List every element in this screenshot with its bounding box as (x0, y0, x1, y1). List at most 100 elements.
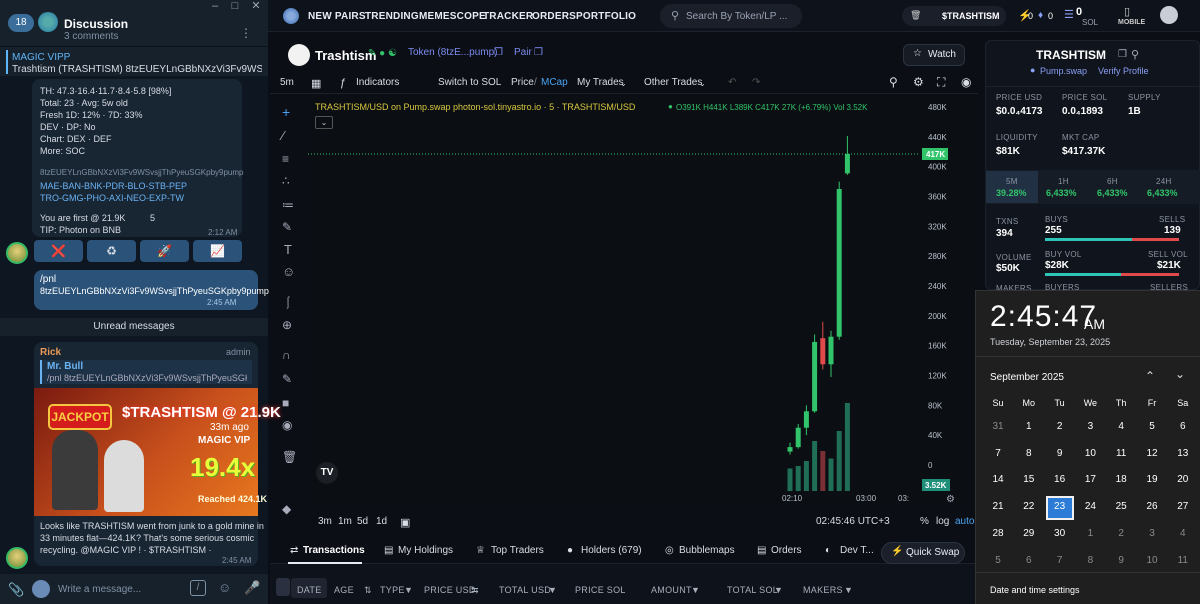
zoom-search-icon[interactable]: ⚲ (889, 75, 898, 89)
smile-icon[interactable]: ☺ (282, 264, 295, 279)
calendar-day[interactable]: 10 (1078, 448, 1102, 459)
wallet-icon[interactable]: ☰ (1064, 8, 1074, 21)
lines-icon[interactable]: ≡ (282, 152, 289, 166)
period-label[interactable]: 1H (1058, 177, 1069, 186)
tradingview-logo-icon[interactable]: TV (316, 462, 338, 484)
sort-icon[interactable]: ⇅ (364, 585, 372, 596)
undo-icon[interactable]: ↶ (728, 77, 736, 88)
calendar-day[interactable]: 3 (1078, 421, 1102, 432)
calendar-day[interactable]: 22 (1017, 501, 1041, 512)
social-icons[interactable]: ✎ ● ☯ (368, 48, 397, 59)
calendar-day[interactable]: 5 (986, 555, 1010, 566)
calendar-day[interactable]: 14 (986, 474, 1010, 485)
calendar-day[interactable]: 19 (1140, 474, 1164, 485)
calendar-month[interactable]: September 2025 (990, 372, 1064, 383)
calendar-day[interactable]: 13 (1171, 448, 1195, 459)
tab-top-traders[interactable]: Top Traders (491, 545, 544, 556)
price-toggle[interactable]: Price (511, 77, 534, 88)
price-chart[interactable]: 480K 440K 400K 360K 320K 280K 240K 200K 160K 120K… (308, 97, 978, 507)
calendar-day[interactable]: 4 (1109, 421, 1133, 432)
lock-icon[interactable]: ■ (282, 396, 289, 410)
candle-body[interactable] (836, 189, 842, 337)
copy-icon[interactable]: ❐ (534, 47, 543, 58)
candle-body[interactable] (795, 427, 801, 448)
calendar-day[interactable]: 7 (986, 448, 1010, 459)
period-label[interactable]: 24H (1156, 177, 1172, 186)
candle-body[interactable] (844, 153, 850, 174)
filter-icon[interactable]: ▼ (404, 585, 413, 595)
calendar-day[interactable]: 1 (1017, 421, 1041, 432)
photon-logo-icon[interactable] (283, 8, 299, 24)
candle-type-icon[interactable]: ▦ (311, 77, 321, 90)
calendar-day[interactable]: 28 (986, 528, 1010, 539)
indicators-button[interactable]: Indicators (356, 77, 399, 88)
calendar-day[interactable]: 2 (1109, 528, 1133, 539)
more-icon[interactable]: ⋮ (240, 26, 252, 40)
camera-icon[interactable]: ◉ (961, 75, 971, 89)
calendar-day[interactable]: 16 (1048, 474, 1072, 485)
tab-bubblemaps[interactable]: Bubblemaps (679, 545, 735, 556)
magnet-icon[interactable]: ∩ (282, 348, 291, 362)
brush-icon[interactable]: ✎ (282, 220, 292, 234)
other-trades-dropdown[interactable]: Other Trades (644, 77, 702, 88)
nav-memescope[interactable]: MEMESCOPE (419, 11, 486, 22)
range-button[interactable]: 1m (338, 516, 352, 527)
action-button[interactable]: ❌ (34, 240, 83, 262)
nav-new-pairs[interactable]: NEW PAIRS (308, 11, 366, 22)
range-button[interactable]: 1d (376, 516, 387, 527)
date-time-settings-link[interactable]: Date and time settings (990, 585, 1080, 595)
swap-icon[interactable]: ⇆ (471, 585, 479, 596)
calendar-day[interactable]: 6 (1171, 421, 1195, 432)
ruler-icon[interactable]: ⎰ (282, 294, 294, 311)
range-button[interactable]: 3m (318, 516, 332, 527)
calendar-day[interactable]: 11 (1171, 555, 1195, 566)
calendar-day[interactable]: 9 (1109, 555, 1133, 566)
layers-icon[interactable]: ◆ (282, 502, 291, 516)
verify-profile-link[interactable]: Verify Profile (1098, 66, 1149, 76)
percent-toggle[interactable]: % (920, 516, 929, 527)
calendar-day[interactable]: 11 (1109, 448, 1133, 459)
calendar-day[interactable]: 26 (1140, 501, 1164, 512)
calendar-day[interactable]: 8 (1078, 555, 1102, 566)
calendar-day[interactable]: 9 (1048, 448, 1072, 459)
redo-icon[interactable]: ↷ (752, 77, 760, 88)
calendar-day[interactable]: 25 (1109, 501, 1133, 512)
close-icon[interactable]: ✕ (246, 0, 266, 12)
token-address-button[interactable]: Token (8tzE...pump) (408, 47, 497, 58)
bot-avatar[interactable] (6, 242, 28, 264)
candle-body[interactable] (787, 447, 793, 452)
range-button[interactable]: 5d (357, 516, 368, 527)
fullscreen-icon[interactable]: ⛶ (937, 75, 945, 90)
candle-body[interactable] (812, 341, 818, 412)
interval-button[interactable]: 5m (280, 77, 294, 88)
bot-links[interactable]: TRO-GMG-PHO-AXI-NEO-EXP-TW (40, 193, 184, 203)
mobile-label[interactable]: MOBILE (1118, 19, 1145, 26)
axis-settings-icon[interactable]: ⚙ (946, 494, 955, 505)
calendar-day[interactable]: 2 (1048, 421, 1072, 432)
back-button[interactable]: 18 (8, 14, 34, 32)
chart-clock[interactable]: 02:45:46 UTC+3 (816, 516, 890, 527)
shield-icon[interactable]: ♦ (1038, 10, 1043, 21)
clock-date[interactable]: Tuesday, September 23, 2025 (990, 337, 1110, 347)
calendar-day[interactable]: 15 (1017, 474, 1041, 485)
calendar-day[interactable]: 12 (1140, 448, 1164, 459)
calendar-day[interactable]: 5 (1140, 421, 1164, 432)
my-trades-dropdown[interactable]: My Trades (577, 77, 624, 88)
tab-transactions[interactable]: Transactions (303, 545, 365, 556)
crosshair-icon[interactable]: + (282, 104, 290, 120)
calendar-day[interactable]: 10 (1140, 555, 1164, 566)
profile-avatar[interactable] (1160, 6, 1178, 24)
mic-icon[interactable]: 🎤 (244, 580, 260, 596)
trendline-icon[interactable]: ∕ (282, 128, 284, 143)
col-type[interactable]: TYPE (380, 585, 405, 595)
calendar-day[interactable]: 6 (1017, 555, 1041, 566)
fib-icon[interactable]: ≔ (282, 198, 294, 212)
calendar-day[interactable]: 30 (1048, 528, 1072, 539)
action-button[interactable]: ♻ (87, 240, 136, 262)
emoji-icon[interactable]: ☺ (218, 580, 231, 595)
message-author[interactable]: Rick (40, 347, 61, 358)
calendar-day[interactable]: 17 (1078, 474, 1102, 485)
maximize-icon[interactable]: □ (225, 0, 245, 12)
pitchfork-icon[interactable]: ∴ (282, 174, 290, 188)
bot-links[interactable]: MAE-BAN-BNK-PDR-BLO-STB-PEP (40, 181, 187, 191)
